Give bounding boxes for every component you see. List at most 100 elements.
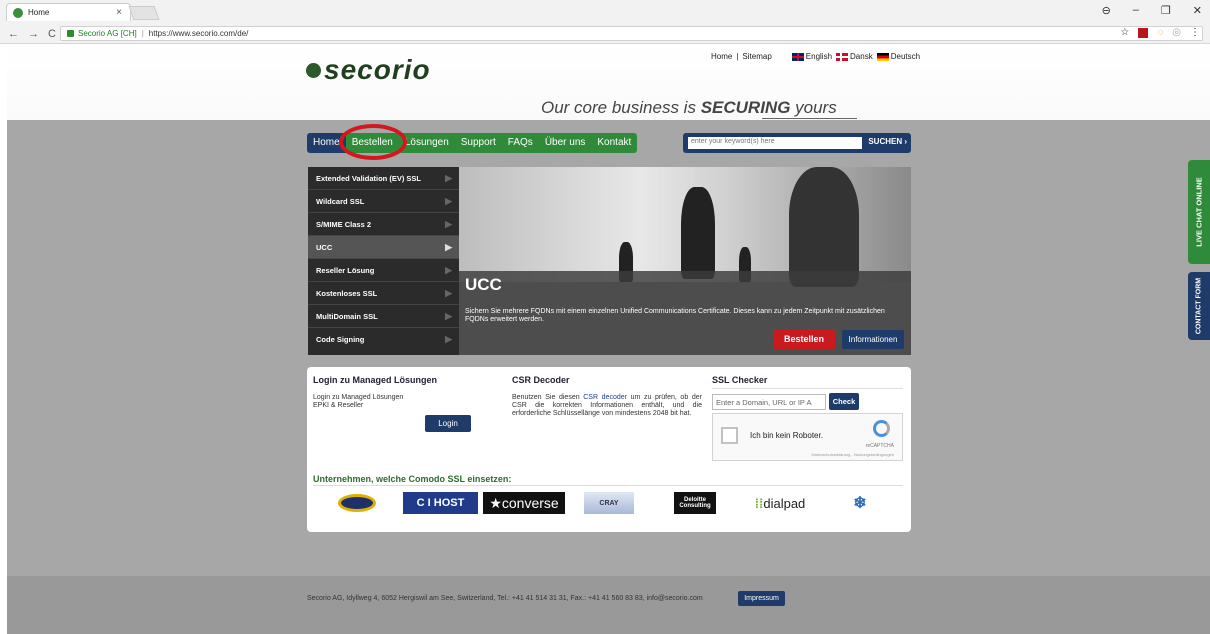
csr-decoder-link[interactable]: CSR decoder bbox=[583, 394, 627, 401]
annotation-circle bbox=[339, 124, 407, 160]
new-tab-button[interactable] bbox=[128, 6, 160, 20]
lang-deutsch[interactable]: Deutsch bbox=[876, 52, 920, 61]
german-flag-icon bbox=[876, 52, 889, 61]
lang-dansk[interactable]: Dansk bbox=[836, 52, 873, 61]
close-window-icon[interactable]: ✕ bbox=[1193, 4, 1202, 17]
csr-text: Benutzen Sie diesen CSR decoder um zu pr… bbox=[512, 394, 702, 417]
chevron-right-icon: ▶ bbox=[445, 311, 452, 321]
login-button[interactable]: Login bbox=[425, 415, 471, 432]
logo-text: secorio bbox=[324, 54, 431, 85]
partner-logo-cray: CRAY bbox=[584, 492, 634, 514]
info-button[interactable]: Informationen bbox=[842, 330, 904, 349]
hero-person-figure bbox=[789, 167, 859, 287]
site-header: secorio Home | Sitemap English Dansk Deu… bbox=[7, 44, 1210, 120]
danish-flag-icon bbox=[836, 52, 849, 61]
tagline: Our core business is SECURING yours bbox=[541, 98, 837, 117]
pdf-extension-icon[interactable] bbox=[1138, 27, 1149, 38]
top-link-home[interactable]: Home bbox=[711, 52, 732, 61]
ssl-checker-heading: SSL Checker bbox=[712, 375, 768, 385]
captcha-checkbox[interactable] bbox=[721, 427, 738, 444]
chevron-right-icon: ▶ bbox=[445, 196, 452, 206]
extension-icon[interactable]: ◎ bbox=[1172, 27, 1181, 38]
back-icon[interactable]: ← bbox=[8, 28, 19, 40]
chevron-right-icon: ▶ bbox=[445, 265, 452, 275]
menu-icon[interactable]: ⋮ bbox=[1190, 27, 1200, 38]
sidebar-item-wildcard-ssl[interactable]: Wildcard SSL ▶ bbox=[308, 190, 459, 213]
chevron-right-icon: ▶ bbox=[445, 334, 452, 344]
top-links: Home | Sitemap English Dansk Deutsch bbox=[711, 52, 920, 61]
chevron-right-icon: ▶ bbox=[445, 173, 452, 183]
partner-logo-deloitte: Deloitte Consulting bbox=[674, 492, 716, 514]
hero-person-figure bbox=[681, 187, 715, 279]
hero-description: Sichern Sie mehrere FQDNs mit einem einz… bbox=[465, 308, 885, 323]
browser-chrome: Home × ⊖ – ❐ ✕ ← → C Secorio AG [CH] | h… bbox=[0, 0, 1210, 44]
nav-loesungen[interactable]: Lösungen bbox=[398, 133, 455, 153]
nav-support[interactable]: Support bbox=[454, 133, 502, 153]
top-link-sitemap[interactable]: Sitemap bbox=[742, 52, 771, 61]
product-sidebar: Extended Validation (EV) SSL ▶ Wildcard S… bbox=[308, 167, 459, 355]
tagline-underline bbox=[762, 118, 857, 119]
logo-icon bbox=[306, 62, 321, 78]
ssl-domain-input[interactable]: Enter a Domain, URL or IP A bbox=[712, 394, 826, 410]
impressum-button[interactable]: Impressum bbox=[738, 591, 785, 606]
top-link-separator: | bbox=[736, 52, 739, 61]
order-button[interactable]: Bestellen bbox=[773, 330, 835, 349]
login-heading: Login zu Managed Lösungen bbox=[313, 375, 437, 385]
url-text: https://www.secorio.com/de/ bbox=[148, 29, 249, 38]
dialpad-dots-icon: ⁞⁞ bbox=[754, 495, 764, 511]
secure-label: Secorio AG [CH] bbox=[78, 29, 137, 38]
reload-icon[interactable]: C bbox=[48, 28, 56, 40]
sidebar-item-ucc[interactable]: UCC ▶ bbox=[308, 236, 459, 259]
uk-flag-icon bbox=[791, 52, 804, 61]
star-icon: ★ bbox=[489, 494, 502, 511]
window-controls: ⊖ – ❐ ✕ bbox=[1102, 4, 1202, 17]
sidebar-item-smime[interactable]: S/MIME Class 2 ▶ bbox=[308, 213, 459, 236]
contact-form-tab[interactable]: CONTACT FORM bbox=[1188, 272, 1210, 340]
site-search: enter your keyword(s) here SUCHEN › bbox=[683, 133, 911, 153]
tab-title: Home bbox=[28, 8, 50, 17]
nav-faqs[interactable]: FAQs bbox=[501, 133, 539, 153]
partner-logo-dialpad: ⁞⁞ dialpad bbox=[754, 495, 806, 511]
sidebar-item-reseller[interactable]: Reseller Lösung ▶ bbox=[308, 259, 459, 282]
sidebar-item-ev-ssl[interactable]: Extended Validation (EV) SSL ▶ bbox=[308, 167, 459, 190]
partners-heading: Unternehmen, welche Comodo SSL einsetzen… bbox=[313, 474, 512, 484]
recaptcha-terms[interactable]: Datenschutzerklärung - Nutzungsbedingung… bbox=[812, 452, 895, 457]
csr-heading: CSR Decoder bbox=[512, 375, 570, 385]
info-panel: Login zu Managed Lösungen Login zu Manag… bbox=[307, 367, 911, 532]
address-bar-row: ← → C Secorio AG [CH] | https://www.seco… bbox=[0, 24, 1210, 44]
ssl-heading-line bbox=[712, 388, 903, 389]
profile-icon[interactable]: ⊖ bbox=[1102, 4, 1111, 17]
hero-title: UCC bbox=[465, 275, 502, 294]
nav-kontakt[interactable]: Kontakt bbox=[591, 133, 638, 153]
site-logo[interactable]: secorio bbox=[306, 54, 431, 86]
footer-address: Secorio AG, Idyllweg 4, 6052 Hergiswil a… bbox=[307, 595, 703, 602]
partners-divider bbox=[313, 485, 903, 486]
partner-logo-snowflake-icon: ❄ bbox=[853, 495, 867, 512]
search-input[interactable]: enter your keyword(s) here bbox=[688, 137, 862, 149]
star-icon[interactable]: ☆ bbox=[1120, 27, 1129, 38]
partner-logo-converse: ★ converse bbox=[483, 492, 565, 514]
nav-ueber-uns[interactable]: Über uns bbox=[538, 133, 592, 153]
close-tab-icon[interactable]: × bbox=[116, 7, 122, 18]
minimize-icon[interactable]: – bbox=[1133, 4, 1139, 17]
favicon-icon bbox=[13, 7, 23, 18]
captcha-label: Ich bin kein Roboter. bbox=[750, 431, 823, 440]
extension-icon[interactable]: ◌ bbox=[1157, 27, 1163, 38]
sidebar-item-code-signing[interactable]: Code Signing ▶ bbox=[308, 328, 459, 351]
chevron-right-icon: ▶ bbox=[445, 219, 452, 229]
lang-english[interactable]: English bbox=[791, 52, 832, 61]
sidebar-item-free-ssl[interactable]: Kostenloses SSL ▶ bbox=[308, 282, 459, 305]
url-input[interactable]: Secorio AG [CH] | https://www.secorio.co… bbox=[60, 26, 1203, 41]
search-button[interactable]: SUCHEN › bbox=[868, 137, 907, 146]
forward-icon[interactable]: → bbox=[28, 28, 39, 40]
partner-logo-cihost: C I HOST bbox=[403, 492, 478, 514]
restore-icon[interactable]: ❐ bbox=[1161, 4, 1171, 17]
recaptcha-widget: Ich bin kein Roboter. reCAPTCHA Datensch… bbox=[712, 413, 903, 461]
live-chat-tab[interactable]: LIVE CHAT ONLINE bbox=[1188, 160, 1210, 264]
webpage: secorio Home | Sitemap English Dansk Deu… bbox=[7, 44, 1210, 634]
sidebar-item-multidomain[interactable]: MultiDomain SSL ▶ bbox=[308, 305, 459, 328]
partner-logo-oval-icon bbox=[337, 492, 377, 514]
browser-tab[interactable]: Home × bbox=[6, 3, 131, 21]
ssl-check-button[interactable]: Check bbox=[829, 393, 859, 410]
lock-icon bbox=[67, 30, 74, 37]
